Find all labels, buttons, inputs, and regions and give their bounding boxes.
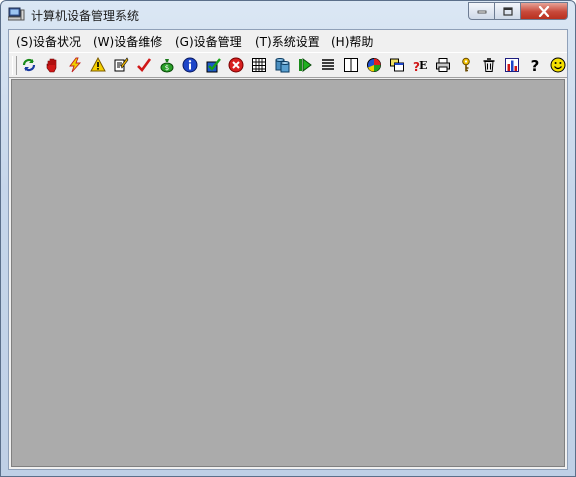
toolbar-warning-button[interactable] [88, 55, 108, 75]
toolbar-cancel-button[interactable] [226, 55, 246, 75]
toolbar-about-button[interactable] [548, 55, 568, 75]
main-client-area: (S)设备状况 (W)设备维修 (G)设备管理 (T)系统设置 (H)帮助 $ … [8, 29, 568, 470]
close-icon [538, 5, 550, 17]
toolbar-grip[interactable] [12, 56, 17, 75]
bar-chart-icon [505, 58, 519, 72]
window-title: 计算机设备管理系统 [31, 9, 140, 23]
help-text-icon: ? E [413, 59, 427, 73]
pie-chart-icon [367, 58, 381, 72]
toolbar-lightning-button[interactable] [65, 55, 85, 75]
toolbar-database-button[interactable] [272, 55, 292, 75]
toolbar-help-text-button[interactable]: ? E [410, 55, 430, 75]
columns-icon [344, 58, 358, 72]
svg-text:E: E [419, 59, 427, 72]
app-window: 计算机设备管理系统 (S)设备状况 (W)设备维修 (G)设备管理 (T)系统设… [0, 0, 576, 477]
grid-icon [252, 58, 266, 72]
stop-hand-icon [46, 58, 57, 73]
toolbar-key-button[interactable] [456, 55, 476, 75]
menu-device-repair[interactable]: (W)设备维修 [90, 33, 165, 50]
toolbar-stats-button[interactable] [502, 55, 522, 75]
toolbar-copy-button[interactable] [387, 55, 407, 75]
toolbar-chart-button[interactable] [364, 55, 384, 75]
toolbar-edit-button[interactable] [111, 55, 131, 75]
smiley-icon [550, 57, 566, 73]
cancel-icon [228, 57, 244, 73]
lightning-icon [69, 57, 82, 73]
maximize-icon [502, 6, 513, 16]
title-bar[interactable]: 计算机设备管理系统 [1, 1, 575, 29]
close-button[interactable] [521, 2, 568, 20]
money-bag-icon: $ [160, 59, 174, 73]
toolbar-confirm-button[interactable] [134, 55, 154, 75]
menu-bar: (S)设备状况 (W)设备维修 (G)设备管理 (T)系统设置 (H)帮助 [9, 30, 567, 52]
toolbar-columns-button[interactable] [341, 55, 361, 75]
minimize-icon [477, 10, 486, 14]
info-icon [182, 57, 198, 73]
toolbar-task-check-button[interactable] [203, 55, 223, 75]
toolbar-refresh-button[interactable] [19, 55, 39, 75]
toolbar-stop-button[interactable] [42, 55, 62, 75]
svg-text:$: $ [165, 64, 169, 72]
menu-device-status[interactable]: (S)设备状况 [13, 33, 84, 50]
list-icon [322, 59, 334, 70]
copy-windows-icon [390, 58, 404, 72]
toolbar-grid-button[interactable] [249, 55, 269, 75]
minimize-button[interactable] [468, 2, 495, 20]
toolbar-delete-button[interactable] [479, 55, 499, 75]
menu-system-settings[interactable]: (T)系统设置 [252, 33, 323, 50]
toolbar-print-button[interactable] [433, 55, 453, 75]
refresh-icon [22, 58, 36, 72]
toolbar-next-button[interactable] [295, 55, 315, 75]
edit-note-icon [114, 57, 129, 72]
menu-device-management[interactable]: (G)设备管理 [172, 33, 245, 50]
maximize-button[interactable] [495, 2, 521, 20]
checkmark-icon [137, 58, 152, 72]
question-icon: ? [531, 57, 540, 73]
key-icon [462, 57, 470, 72]
toolbar-question-button[interactable]: ? [525, 55, 545, 75]
toolbar-list-button[interactable] [318, 55, 338, 75]
mdi-workspace[interactable] [11, 79, 565, 467]
toolbar: $ ? E ? [9, 52, 567, 78]
toolbar-money-button[interactable]: $ [157, 55, 177, 75]
run-next-icon [299, 58, 312, 72]
database-icon [275, 58, 290, 73]
task-check-icon [206, 58, 221, 73]
computer-app-icon [8, 7, 25, 21]
printer-icon [436, 58, 450, 72]
menu-help[interactable]: (H)帮助 [328, 33, 376, 50]
trash-icon [483, 58, 495, 72]
warning-icon [90, 57, 106, 72]
svg-text:?: ? [531, 57, 540, 73]
toolbar-info-button[interactable] [180, 55, 200, 75]
